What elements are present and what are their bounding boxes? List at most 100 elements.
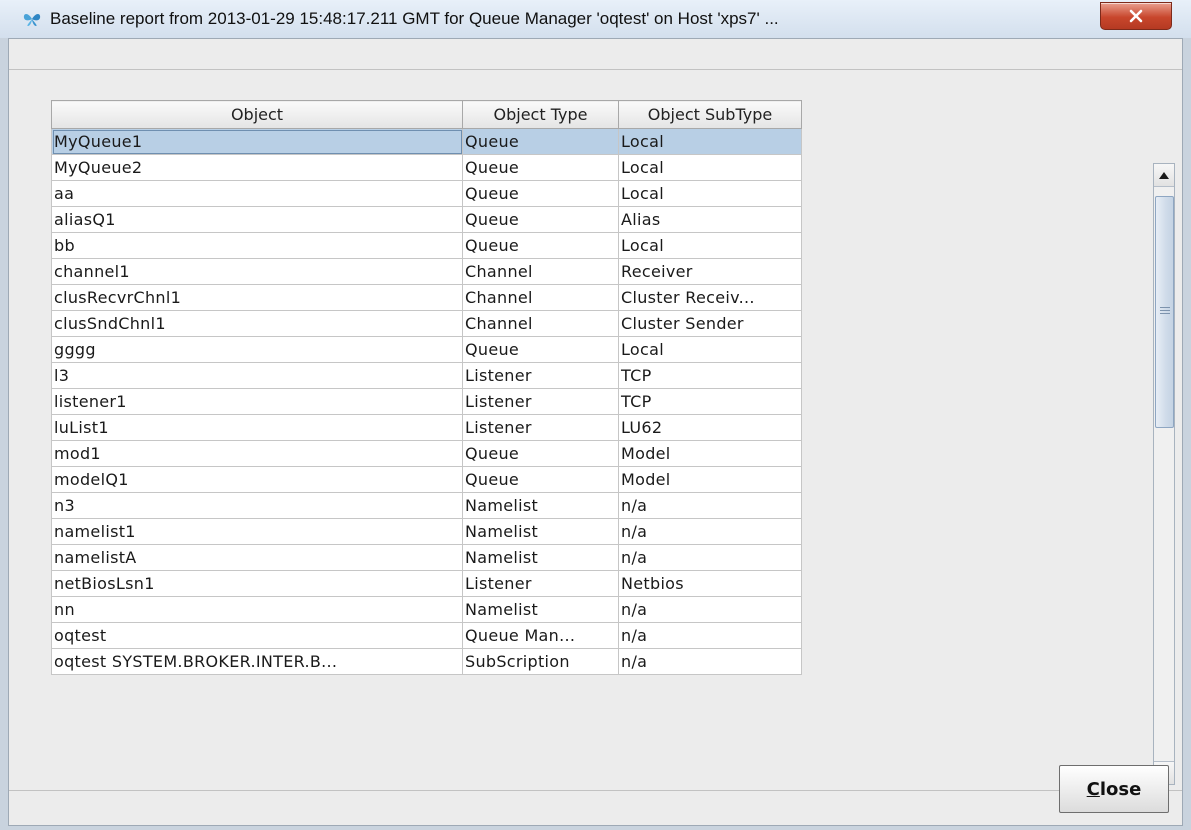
- window-close-button[interactable]: [1100, 2, 1172, 30]
- title-bar: Baseline report from 2013-01-29 15:48:17…: [0, 0, 1191, 39]
- cell-object-subtype[interactable]: n/a: [618, 622, 802, 649]
- cell-object-type[interactable]: Queue: [462, 336, 619, 363]
- table-row[interactable]: clusSndChnl1 Channel Cluster Sender: [51, 310, 802, 337]
- cell-object-subtype[interactable]: Local: [618, 128, 802, 155]
- thumb-grip-icon: [1160, 307, 1170, 316]
- cell-object-subtype[interactable]: Cluster Receiv...: [618, 284, 802, 311]
- cell-object-type[interactable]: Channel: [462, 258, 619, 285]
- close-button-label: lose: [1099, 778, 1142, 800]
- cell-object-subtype[interactable]: n/a: [618, 648, 802, 675]
- cell-object[interactable]: listener1: [51, 388, 463, 415]
- cell-object[interactable]: netBiosLsn1: [51, 570, 463, 597]
- cell-object[interactable]: namelistA: [51, 544, 463, 571]
- cell-object-type[interactable]: SubScription: [462, 648, 619, 675]
- cell-object-subtype[interactable]: Local: [618, 232, 802, 259]
- table-row[interactable]: n3 Namelist n/a: [51, 492, 802, 519]
- cell-object[interactable]: MyQueue2: [51, 154, 463, 181]
- cell-object[interactable]: oqtest SYSTEM.BROKER.INTER.B...: [51, 648, 463, 675]
- cell-object-subtype[interactable]: Model: [618, 466, 802, 493]
- cell-object-type[interactable]: Channel: [462, 310, 619, 337]
- cell-object[interactable]: bb: [51, 232, 463, 259]
- cell-object[interactable]: n3: [51, 492, 463, 519]
- table-row[interactable]: luList1 Listener LU62: [51, 414, 802, 441]
- cell-object-subtype[interactable]: n/a: [618, 518, 802, 545]
- cell-object-subtype[interactable]: n/a: [618, 596, 802, 623]
- cell-object-type[interactable]: Queue: [462, 466, 619, 493]
- cell-object[interactable]: nn: [51, 596, 463, 623]
- cell-object[interactable]: namelist1: [51, 518, 463, 545]
- cell-object-subtype[interactable]: Local: [618, 336, 802, 363]
- cell-object-subtype[interactable]: Local: [618, 154, 802, 181]
- table-row[interactable]: MyQueue1 Queue Local: [51, 128, 802, 155]
- table-row[interactable]: aa Queue Local: [51, 180, 802, 207]
- window-frame-left: [0, 38, 8, 830]
- scroll-up-button[interactable]: [1154, 164, 1174, 187]
- cell-object-type[interactable]: Queue: [462, 180, 619, 207]
- cell-object[interactable]: channel1: [51, 258, 463, 285]
- cell-object[interactable]: modelQ1: [51, 466, 463, 493]
- table-row[interactable]: MyQueue2 Queue Local: [51, 154, 802, 181]
- table-row[interactable]: bb Queue Local: [51, 232, 802, 259]
- dialog-client-area: Object Object Type Object SubType MyQueu…: [8, 38, 1183, 826]
- cell-object-type[interactable]: Channel: [462, 284, 619, 311]
- cell-object-subtype[interactable]: Model: [618, 440, 802, 467]
- table-row[interactable]: aliasQ1 Queue Alias: [51, 206, 802, 233]
- table-row[interactable]: oqtest Queue Man... n/a: [51, 622, 802, 649]
- cell-object-type[interactable]: Listener: [462, 570, 619, 597]
- arrow-up-icon: [1159, 171, 1169, 179]
- table-body: MyQueue1 Queue Local MyQueue2 Queue Local aa Qu…: [51, 128, 802, 675]
- cell-object-subtype[interactable]: TCP: [618, 362, 802, 389]
- cell-object-type[interactable]: Queue: [462, 232, 619, 259]
- close-button[interactable]: Close: [1059, 765, 1169, 813]
- cell-object-type[interactable]: Namelist: [462, 492, 619, 519]
- cell-object[interactable]: l3: [51, 362, 463, 389]
- cell-object-subtype[interactable]: n/a: [618, 544, 802, 571]
- table-row[interactable]: modelQ1 Queue Model: [51, 466, 802, 493]
- cell-object-type[interactable]: Queue: [462, 206, 619, 233]
- cell-object[interactable]: MyQueue1: [51, 128, 463, 155]
- cell-object[interactable]: clusRecvrChnl1: [51, 284, 463, 311]
- cell-object[interactable]: mod1: [51, 440, 463, 467]
- table-row[interactable]: namelistA Namelist n/a: [51, 544, 802, 571]
- table-row[interactable]: clusRecvrChnl1 Channel Cluster Receiv...: [51, 284, 802, 311]
- table-row[interactable]: channel1 Channel Receiver: [51, 258, 802, 285]
- cell-object-type[interactable]: Listener: [462, 362, 619, 389]
- cell-object-subtype[interactable]: Cluster Sender: [618, 310, 802, 337]
- x-icon: [1129, 9, 1143, 23]
- table-row[interactable]: netBiosLsn1 Listener Netbios: [51, 570, 802, 597]
- table-row[interactable]: nn Namelist n/a: [51, 596, 802, 623]
- cell-object-type[interactable]: Namelist: [462, 544, 619, 571]
- cell-object[interactable]: oqtest: [51, 622, 463, 649]
- scroll-thumb[interactable]: [1155, 196, 1174, 428]
- table-row[interactable]: listener1 Listener TCP: [51, 388, 802, 415]
- column-header-object-subtype[interactable]: Object SubType: [618, 100, 802, 129]
- cell-object-type[interactable]: Listener: [462, 414, 619, 441]
- cell-object[interactable]: gggg: [51, 336, 463, 363]
- cell-object-type[interactable]: Listener: [462, 388, 619, 415]
- cell-object-subtype[interactable]: n/a: [618, 492, 802, 519]
- table-row[interactable]: oqtest SYSTEM.BROKER.INTER.B... SubScript…: [51, 648, 802, 675]
- column-header-object-type[interactable]: Object Type: [462, 100, 619, 129]
- table-row[interactable]: mod1 Queue Model: [51, 440, 802, 467]
- cell-object[interactable]: aa: [51, 180, 463, 207]
- cell-object-type[interactable]: Namelist: [462, 596, 619, 623]
- cell-object-type[interactable]: Queue: [462, 440, 619, 467]
- cell-object-subtype[interactable]: TCP: [618, 388, 802, 415]
- table-row[interactable]: l3 Listener TCP: [51, 362, 802, 389]
- cell-object-subtype[interactable]: Local: [618, 180, 802, 207]
- cell-object-subtype[interactable]: Alias: [618, 206, 802, 233]
- table-row[interactable]: namelist1 Namelist n/a: [51, 518, 802, 545]
- cell-object-subtype[interactable]: Netbios: [618, 570, 802, 597]
- cell-object-subtype[interactable]: Receiver: [618, 258, 802, 285]
- cell-object[interactable]: aliasQ1: [51, 206, 463, 233]
- cell-object[interactable]: luList1: [51, 414, 463, 441]
- cell-object-type[interactable]: Queue: [462, 128, 619, 155]
- vertical-scrollbar[interactable]: [1153, 163, 1175, 785]
- cell-object-type[interactable]: Namelist: [462, 518, 619, 545]
- cell-object-subtype[interactable]: LU62: [618, 414, 802, 441]
- cell-object[interactable]: clusSndChnl1: [51, 310, 463, 337]
- table-row[interactable]: gggg Queue Local: [51, 336, 802, 363]
- column-header-object[interactable]: Object: [51, 100, 463, 129]
- cell-object-type[interactable]: Queue: [462, 154, 619, 181]
- cell-object-type[interactable]: Queue Man...: [462, 622, 619, 649]
